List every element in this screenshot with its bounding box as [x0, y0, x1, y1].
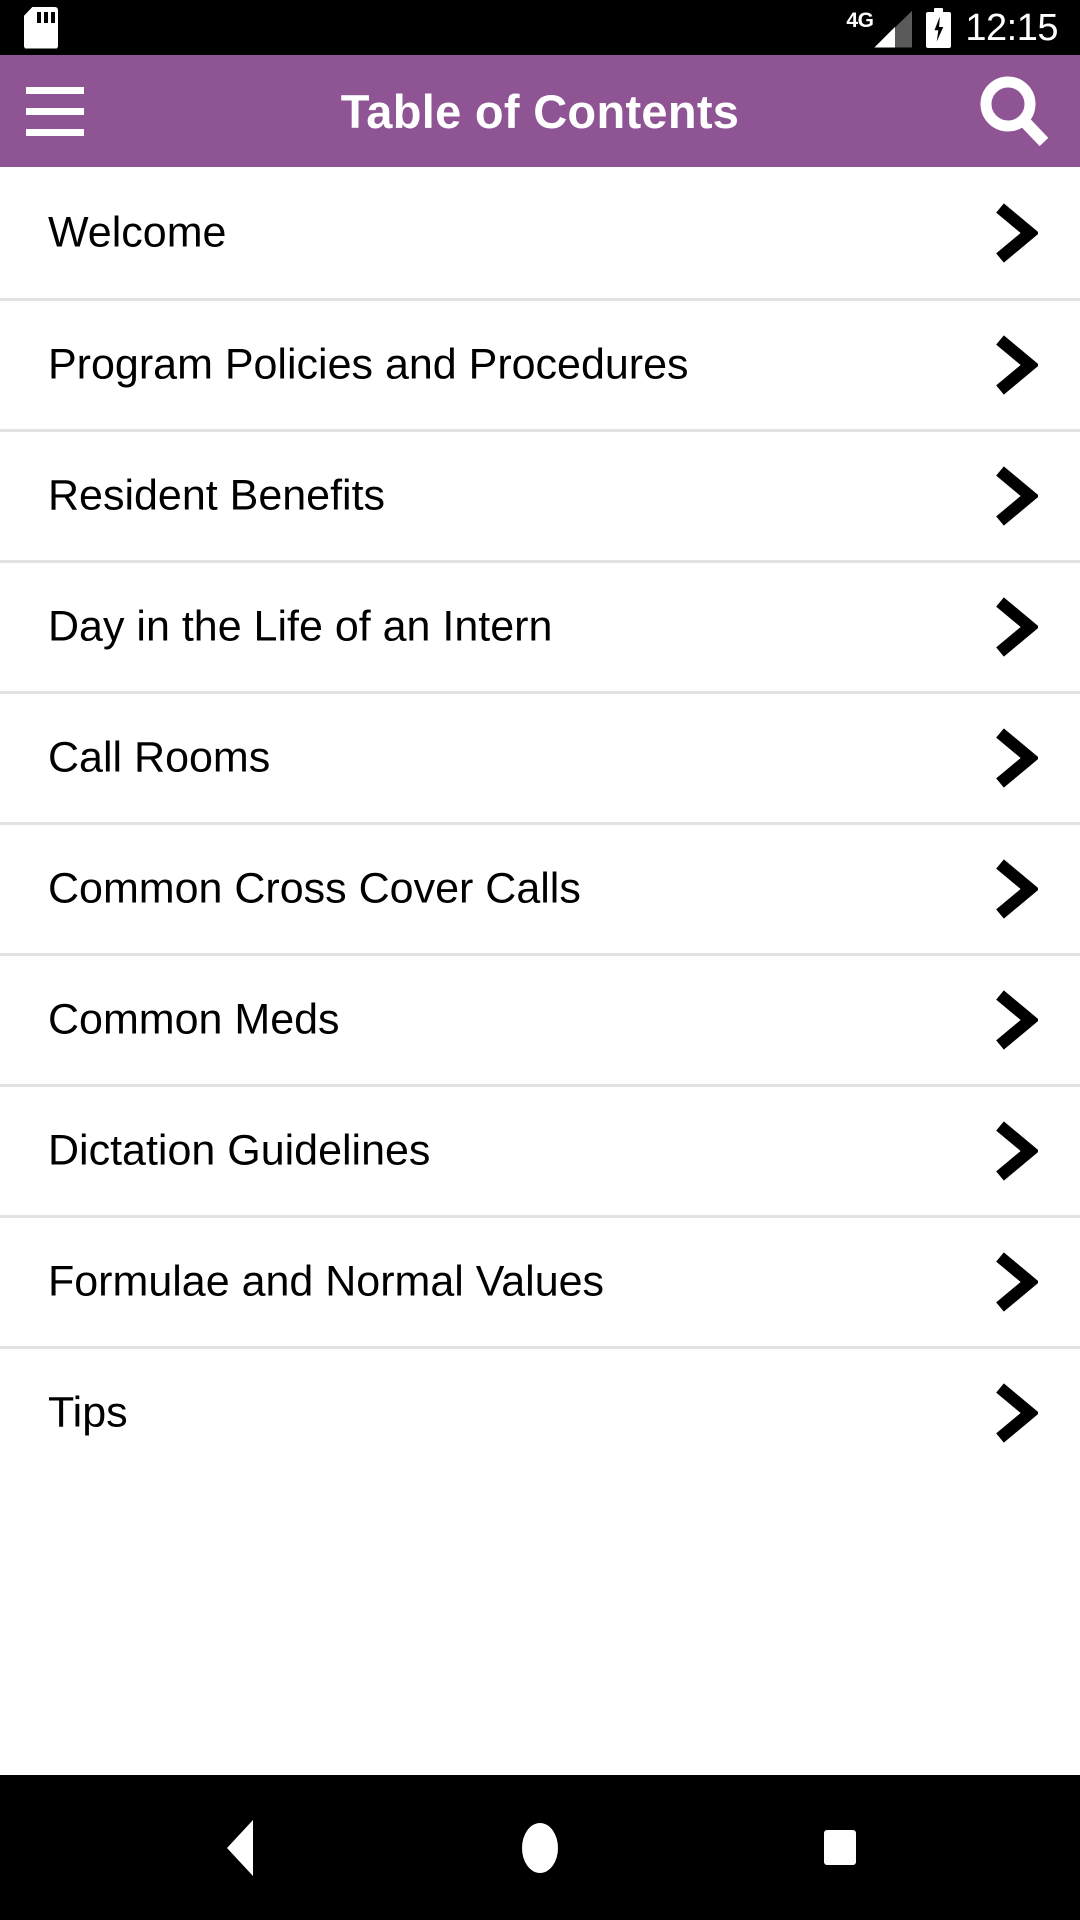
- list-item-label: Common Meds: [48, 995, 340, 1044]
- list-item-label: Resident Benefits: [48, 471, 386, 520]
- signal-bars-icon: 4G: [846, 8, 913, 48]
- battery-charging-icon: [926, 7, 952, 48]
- chevron-right-icon: [992, 1251, 1038, 1313]
- page-title: Table of Contents: [340, 84, 740, 138]
- chevron-right-icon: [992, 858, 1038, 920]
- nav-back-button[interactable]: [140, 1775, 340, 1920]
- chevron-right-icon: [992, 202, 1038, 264]
- list-item-label: Common Cross Cover Calls: [48, 864, 581, 913]
- sd-card-icon: [24, 6, 58, 49]
- list-item-label: Tips: [48, 1388, 128, 1437]
- nav-recents-button[interactable]: [740, 1775, 940, 1920]
- list-item-label: Program Policies and Procedures: [48, 340, 689, 389]
- list-item-label: Welcome: [48, 208, 227, 256]
- list-item[interactable]: Common Meds: [0, 953, 1080, 1084]
- chevron-right-icon: [992, 989, 1038, 1051]
- status-bar-right: 4G 12:15: [846, 6, 1058, 49]
- list-item[interactable]: Common Cross Cover Calls: [0, 822, 1080, 953]
- list-item[interactable]: Day in the Life of an Intern: [0, 560, 1080, 691]
- search-icon: [976, 72, 1054, 150]
- table-of-contents-list[interactable]: Welcome Program Policies and Procedures …: [0, 167, 1080, 1775]
- list-item-label: Dictation Guidelines: [48, 1126, 431, 1175]
- search-button[interactable]: [950, 55, 1080, 167]
- back-triangle-icon: [227, 1819, 253, 1876]
- list-item[interactable]: Dictation Guidelines: [0, 1084, 1080, 1215]
- chevron-right-icon: [992, 596, 1038, 658]
- android-navigation-bar: [0, 1775, 1080, 1920]
- chevron-right-icon: [992, 465, 1038, 527]
- list-item[interactable]: Tips: [0, 1346, 1080, 1477]
- list-item[interactable]: Formulae and Normal Values: [0, 1215, 1080, 1346]
- list-item-label: Formulae and Normal Values: [48, 1257, 605, 1306]
- chevron-right-icon: [992, 727, 1038, 789]
- nav-home-button[interactable]: [440, 1775, 640, 1920]
- network-type-label: 4G: [846, 8, 874, 32]
- list-item-label: Call Rooms: [48, 733, 271, 782]
- list-item-label: Day in the Life of an Intern: [48, 602, 553, 651]
- list-item[interactable]: Resident Benefits: [0, 429, 1080, 560]
- status-bar: 4G 12:15: [0, 0, 1080, 55]
- list-item[interactable]: Program Policies and Procedures: [0, 298, 1080, 429]
- status-bar-clock: 12:15: [965, 6, 1058, 49]
- chevron-right-icon: [992, 334, 1038, 396]
- status-bar-left: [24, 6, 58, 49]
- chevron-right-icon: [992, 1120, 1038, 1182]
- chevron-right-icon: [992, 1382, 1038, 1444]
- hamburger-menu-button[interactable]: [0, 55, 110, 167]
- app-bar: Table of Contents: [0, 55, 1080, 167]
- home-circle-icon: [522, 1822, 558, 1873]
- list-item[interactable]: Call Rooms: [0, 691, 1080, 822]
- recents-square-icon: [824, 1830, 856, 1865]
- list-item[interactable]: Welcome: [0, 167, 1080, 298]
